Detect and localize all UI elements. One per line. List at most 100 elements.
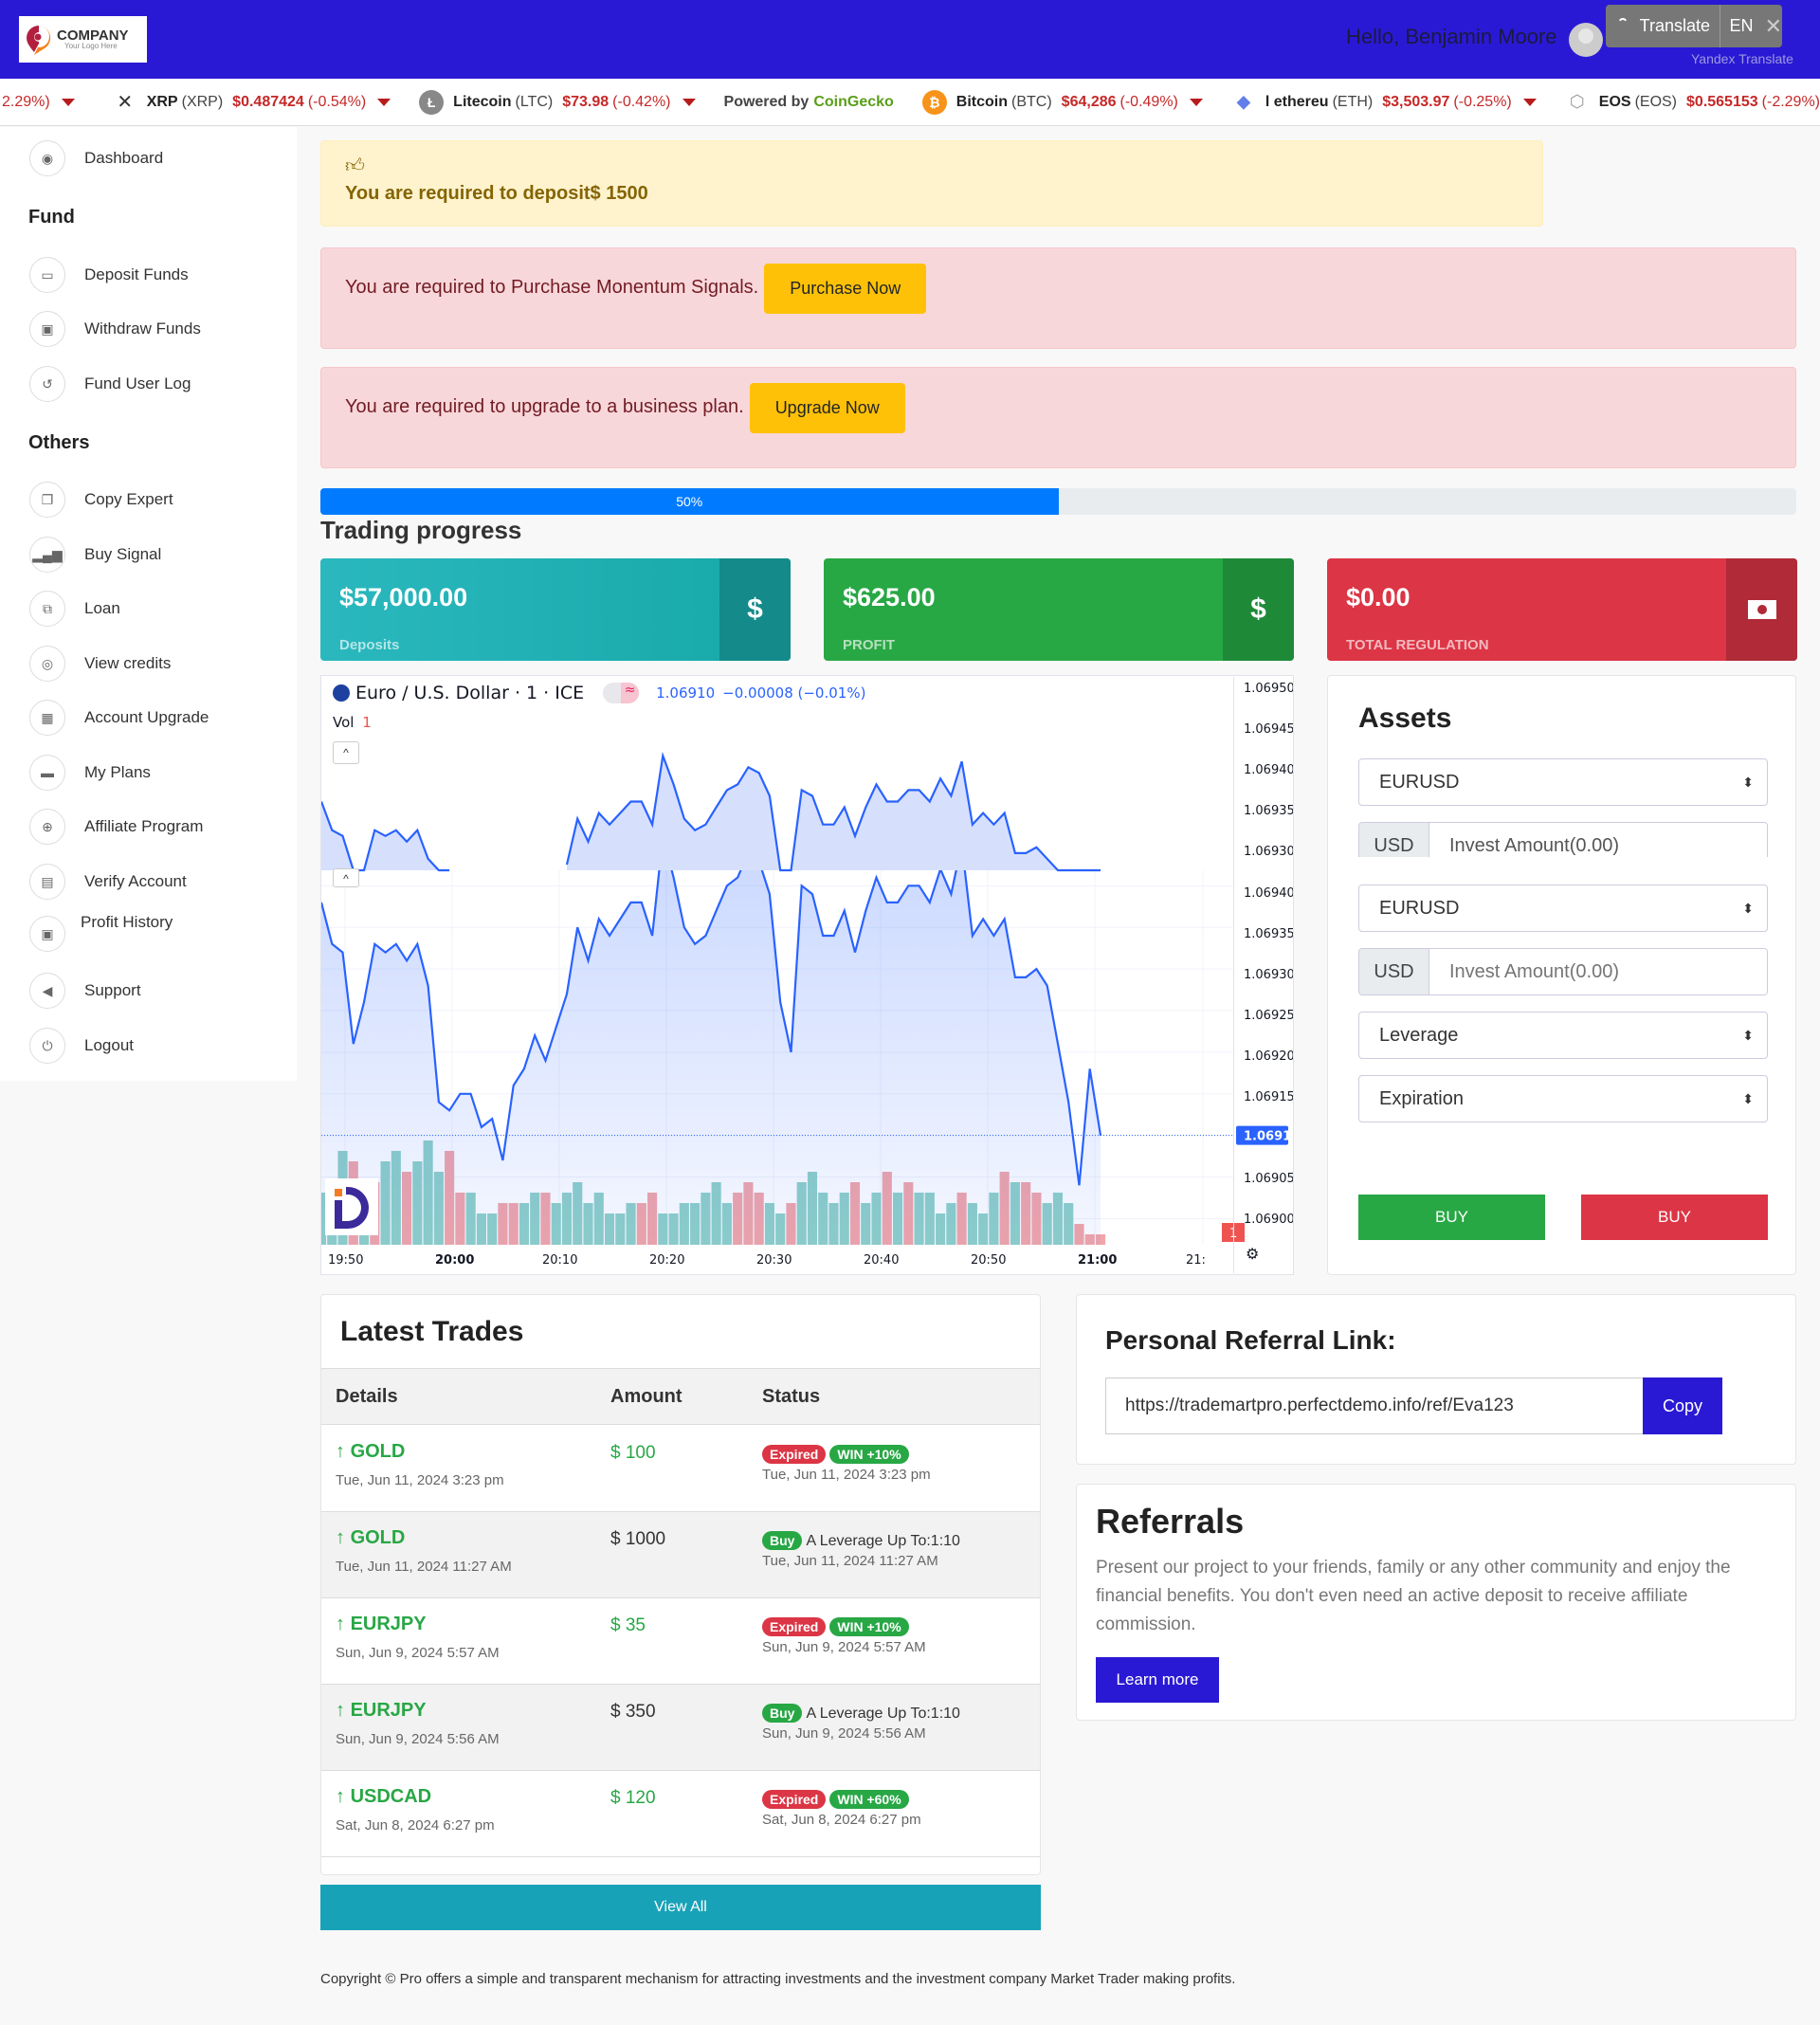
eur-usd-flag-icon (333, 684, 350, 702)
sidebar-item-buy-signal[interactable]: ▂▄▆ Buy Signal (29, 537, 161, 573)
stat-card-total-regulation: $0.00 TOTAL REGULATION (1327, 558, 1797, 661)
price-chart[interactable]: 1.06950 1.06945 1.06940 1.06935 1.06930 1.069… (316, 675, 1300, 1275)
trade-amount: $ 100 (610, 1443, 656, 1463)
referral-link-input[interactable]: https://trademartpro.perfectdemo.info/re… (1105, 1377, 1644, 1434)
asset-select[interactable]: EURUSD ⬍ (1358, 885, 1768, 932)
sidebar-item-fund-user-log[interactable]: ↺ Fund User Log (29, 366, 191, 402)
translate-widget[interactable]: Translate EN ✕ (1606, 5, 1782, 47)
sidebar-item-copy-expert[interactable]: ❐ Copy Expert (29, 482, 173, 518)
chart-toggle[interactable]: ≈ (603, 683, 640, 703)
money-bill-icon: ▣ (29, 916, 65, 952)
invest-amount-input[interactable]: Invest Amount(0.00) (1429, 823, 1767, 857)
result-badge: WIN +10% (829, 1617, 909, 1636)
view-all-button[interactable]: View All (320, 1885, 1041, 1930)
ticker-item-litecoin[interactable]: Ł Litecoin (LTC) $73.98 (-0.42%) (419, 89, 696, 115)
money-bill-icon (1726, 558, 1797, 661)
status-badge: Buy (762, 1531, 803, 1550)
power-icon: ⏻ (29, 1028, 65, 1064)
stat-label: PROFIT (843, 637, 895, 653)
copy-button[interactable]: Copy (1643, 1377, 1722, 1434)
ticker-item-ethereum[interactable]: ◆ l ethereu (ETH) $3,503.97 (-0.25%) (1231, 90, 1537, 115)
eye-icon: ◎ (29, 646, 65, 682)
collapse-legend-button[interactable]: ^ (333, 868, 359, 887)
clone-icon: ⧉ (29, 591, 65, 627)
logo-pin-icon (25, 24, 53, 56)
ticker-item[interactable]: 2.29%) (0, 94, 75, 111)
chart-canvas[interactable]: 1.06950 1.06945 1.06940 1.06935 1.06930 1.069… (316, 676, 1300, 1274)
y-tick-label: 1.06945 (1244, 722, 1293, 737)
ticker-change: 2.29%) (2, 93, 50, 110)
powered-by[interactable]: Powered by CoinGecko (724, 94, 894, 111)
chart-settings-icon[interactable]: ⚙ (1246, 1245, 1259, 1264)
logo-title: COMPANY (57, 27, 129, 44)
trade-amount: $ 350 (610, 1702, 656, 1722)
ticker-change: (-0.42%) (612, 93, 671, 110)
litecoin-icon: Ł (419, 89, 445, 115)
sidebar-item-logout[interactable]: ⏻ Logout (29, 1028, 134, 1064)
referrals-description: Present our project to your friends, fam… (1096, 1558, 1731, 1634)
sidebar-item-dashboard[interactable]: ◉ Dashboard (29, 140, 163, 176)
sidebar-item-loan[interactable]: ⧉ Loan (29, 591, 120, 627)
translate-provider-link[interactable]: Yandex Translate (1691, 51, 1793, 66)
sidebar-item-view-credits[interactable]: ◎ View credits (29, 646, 171, 682)
ticker-item-eos[interactable]: ⬡ EOS (EOS) $0.565153 (-2.29%) (1565, 90, 1820, 115)
x-tick-label: 20:00 (435, 1253, 474, 1268)
trade-asset-name: USDCAD (350, 1786, 432, 1807)
x-tick-label: 20:10 (542, 1253, 577, 1268)
coingecko-link[interactable]: CoinGecko (813, 94, 893, 111)
asset-select[interactable]: EURUSD ⬍ (1358, 758, 1768, 806)
status-date: Sat, Jun 8, 2024 6:27 pm (762, 1812, 921, 1828)
sort-icon: ⬍ (1742, 900, 1754, 916)
referrals-title: Referrals (1096, 1502, 1245, 1541)
sidebar-item-profit-history[interactable]: ▣ Profit History (29, 913, 173, 952)
ticker-change: (-0.49%) (1119, 93, 1178, 110)
sidebar-item-withdraw-funds[interactable]: ▣ Withdraw Funds (29, 311, 201, 347)
sidebar-item-label: Fund User Log (84, 374, 191, 392)
upgrade-now-button[interactable]: Upgrade Now (749, 383, 905, 433)
sidebar-item-deposit-funds[interactable]: ▭ Deposit Funds (29, 257, 189, 293)
purchase-now-button[interactable]: Purchase Now (764, 264, 927, 314)
sidebar-item-account-upgrade[interactable]: ▦ Account Upgrade (29, 700, 209, 736)
leverage-select[interactable]: Leverage ⬍ (1358, 1012, 1768, 1059)
close-icon[interactable]: ✕ (1765, 14, 1782, 39)
expiration-select[interactable]: Expiration ⬍ (1358, 1075, 1768, 1122)
avatar[interactable] (1569, 23, 1603, 57)
company-logo[interactable]: COMPANY Your Logo Here (19, 16, 147, 63)
ticker-item-bitcoin[interactable]: ₿ Bitcoin (BTC) $64,286 (-0.49%) (921, 89, 1203, 115)
sidebar-item-affiliate-program[interactable]: ⊕ Affiliate Program (29, 809, 203, 845)
sidebar-item-verify-account[interactable]: ▤ Verify Account (29, 864, 187, 900)
sidebar-item-label: My Plans (84, 763, 151, 781)
trade-date: Sun, Jun 9, 2024 5:57 AM (336, 1645, 500, 1661)
leverage-select-value: Leverage (1379, 1024, 1459, 1046)
learn-more-button[interactable]: Learn more (1096, 1657, 1219, 1703)
crosshairs-icon: ⊕ (29, 809, 65, 845)
invest-amount-input[interactable] (1429, 949, 1767, 994)
sidebar-item-support[interactable]: ◀ Support (29, 973, 141, 1009)
ticker-item-xrp[interactable]: ✕ XRP (XRP) $0.487424 (-0.54%) (113, 90, 391, 115)
table-row: ↑ GOLD Tue, Jun 11, 2024 11:27 AM $ 1000 Bu… (321, 1512, 1040, 1598)
buy-button[interactable]: BUY (1358, 1195, 1545, 1240)
y-tick-label: 1.06940 (1244, 886, 1293, 901)
column-header-status: Status (762, 1386, 821, 1407)
sidebar-item-label: View credits (84, 654, 172, 672)
language-selector[interactable]: EN (1730, 16, 1754, 36)
trade-asset: ↑ EURJPY (336, 1700, 500, 1722)
collapse-legend-button[interactable]: ^ (333, 741, 359, 764)
y-tick-label: 1.06920 (1244, 1049, 1293, 1064)
upper-pane-bg (321, 676, 1233, 870)
sidebar-item-label: Support (84, 981, 141, 999)
caret-down-icon (1189, 98, 1203, 106)
chart-legend: Euro / U.S. Dollar · 1 · ICE ≈ 1.06910 −… (333, 683, 865, 703)
sell-button[interactable]: BUY (1581, 1195, 1768, 1240)
sidebar-item-my-plans[interactable]: ▬ My Plans (29, 755, 151, 791)
ticker-symbol: (XRP) (181, 93, 224, 110)
upgrade-alert: You are required to upgrade to a busines… (320, 367, 1796, 468)
tradingview-logo[interactable] (325, 1178, 378, 1235)
status-badge: Expired (762, 1790, 827, 1809)
trade-date: Tue, Jun 11, 2024 11:27 AM (336, 1559, 512, 1575)
translate-button[interactable]: Translate (1640, 16, 1710, 36)
price-area (321, 835, 1101, 1245)
trade-date: Sun, Jun 9, 2024 5:56 AM (336, 1731, 500, 1747)
ticker-price: $73.98 (562, 93, 610, 110)
stat-card-profit: $625.00 PROFIT $ (824, 558, 1294, 661)
